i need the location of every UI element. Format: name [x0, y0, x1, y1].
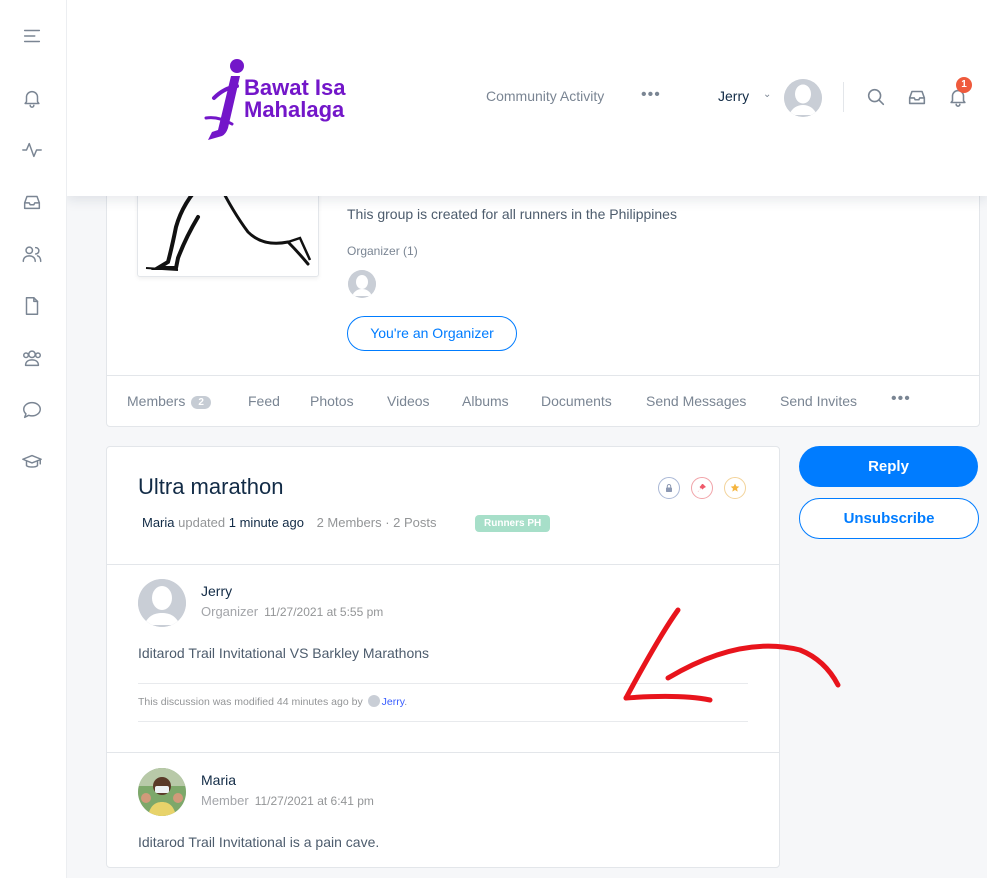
- tab-members[interactable]: Members 2: [127, 393, 211, 409]
- user-avatar[interactable]: [784, 79, 822, 117]
- divider: [107, 752, 779, 753]
- notification-count-badge: 1: [956, 77, 972, 93]
- modified-note-user[interactable]: Jerry: [382, 696, 405, 708]
- reply-avatar[interactable]: [138, 768, 186, 816]
- courses-icon[interactable]: [20, 450, 44, 474]
- groups-icon[interactable]: [20, 346, 44, 370]
- reply-author[interactable]: Jerry: [201, 583, 232, 599]
- discussion-meta: Maria updated 1 minute ago 2 Members · 2…: [142, 515, 437, 530]
- annotation-arrow-icon: [623, 607, 841, 703]
- organizer-label: Organizer (1): [347, 244, 418, 258]
- reply-button[interactable]: Reply: [799, 446, 978, 487]
- left-sidebar: [0, 0, 67, 878]
- menu-icon[interactable]: [20, 24, 44, 48]
- nav-more-button[interactable]: •••: [641, 86, 661, 104]
- mini-avatar: [367, 695, 380, 707]
- divider: [107, 564, 779, 565]
- tab-feed[interactable]: Feed: [248, 393, 280, 409]
- reply-content: Iditarod Trail Invitational VS Barkley M…: [138, 645, 430, 661]
- group-tabs: Members 2 Feed Photos Videos Albums Docum…: [107, 375, 979, 427]
- tab-documents[interactable]: Documents: [541, 393, 612, 409]
- inbox-icon[interactable]: [906, 86, 928, 108]
- group-tag[interactable]: Runners PH: [475, 515, 551, 532]
- meta-counts: 2 Members · 2 Posts: [316, 515, 437, 530]
- tab-videos[interactable]: Videos: [387, 393, 430, 409]
- tab-send-messages[interactable]: Send Messages: [646, 393, 746, 409]
- members-icon[interactable]: [20, 242, 44, 266]
- modified-note-suffix: .: [404, 696, 408, 708]
- organizer-avatar[interactable]: [348, 270, 376, 298]
- discussion-title: Ultra marathon: [138, 474, 284, 499]
- reply-timestamp: 11/27/2021 at 5:55 pm: [264, 605, 384, 619]
- bell-icon[interactable]: [20, 86, 44, 110]
- meta-updated-text: updated: [178, 515, 226, 530]
- group-description: This group is created for all runners in…: [347, 206, 677, 222]
- logo-line-2: Mahalaga: [244, 97, 345, 122]
- header-divider: [843, 82, 844, 112]
- pin-icon[interactable]: [691, 477, 713, 499]
- meta-user[interactable]: Maria: [142, 515, 175, 530]
- search-icon[interactable]: [865, 86, 887, 108]
- reply-role-label: Organizer: [201, 604, 259, 619]
- reply-avatar[interactable]: [138, 579, 186, 627]
- meta-time: 1 minute ago: [228, 515, 304, 530]
- reply-timestamp: 11/27/2021 at 6:41 pm: [254, 794, 374, 808]
- unsubscribe-button[interactable]: Unsubscribe: [799, 498, 979, 539]
- reply-author[interactable]: Maria: [201, 772, 236, 788]
- activity-icon[interactable]: [20, 138, 44, 162]
- tabs-more-button[interactable]: •••: [891, 390, 911, 408]
- star-icon[interactable]: [724, 477, 746, 499]
- tab-photos[interactable]: Photos: [310, 393, 354, 409]
- divider: [138, 721, 748, 722]
- tab-label: Members: [127, 393, 186, 409]
- logo-text[interactable]: Bawat Isa Mahalaga: [244, 77, 346, 121]
- reply-role-label: Member: [201, 793, 249, 808]
- lock-icon[interactable]: [658, 477, 680, 499]
- reply-content: Iditarod Trail Invitational is a pain ca…: [138, 834, 380, 850]
- modified-note-text: This discussion was modified 44 minutes …: [138, 696, 363, 708]
- document-icon[interactable]: [20, 294, 44, 318]
- reply-role: Member 11/27/2021 at 6:41 pm: [201, 793, 374, 808]
- user-menu-name[interactable]: Jerry: [718, 88, 749, 104]
- forums-icon[interactable]: [20, 398, 44, 422]
- modified-note: This discussion was modified 44 minutes …: [138, 695, 407, 708]
- nav-community-activity[interactable]: Community Activity: [486, 88, 604, 104]
- tab-send-invites[interactable]: Send Invites: [780, 393, 857, 409]
- organizer-button[interactable]: You're an Organizer: [347, 316, 517, 351]
- chevron-down-icon[interactable]: ⌄: [763, 89, 771, 100]
- reply-role: Organizer 11/27/2021 at 5:55 pm: [201, 604, 383, 619]
- inbox-icon[interactable]: [20, 190, 44, 214]
- site-header: Bawat Isa Mahalaga Community Activity ••…: [66, 0, 987, 196]
- logo-line-1: Bawat Isa: [244, 75, 346, 100]
- members-count-badge: 2: [191, 396, 211, 409]
- tab-albums[interactable]: Albums: [462, 393, 509, 409]
